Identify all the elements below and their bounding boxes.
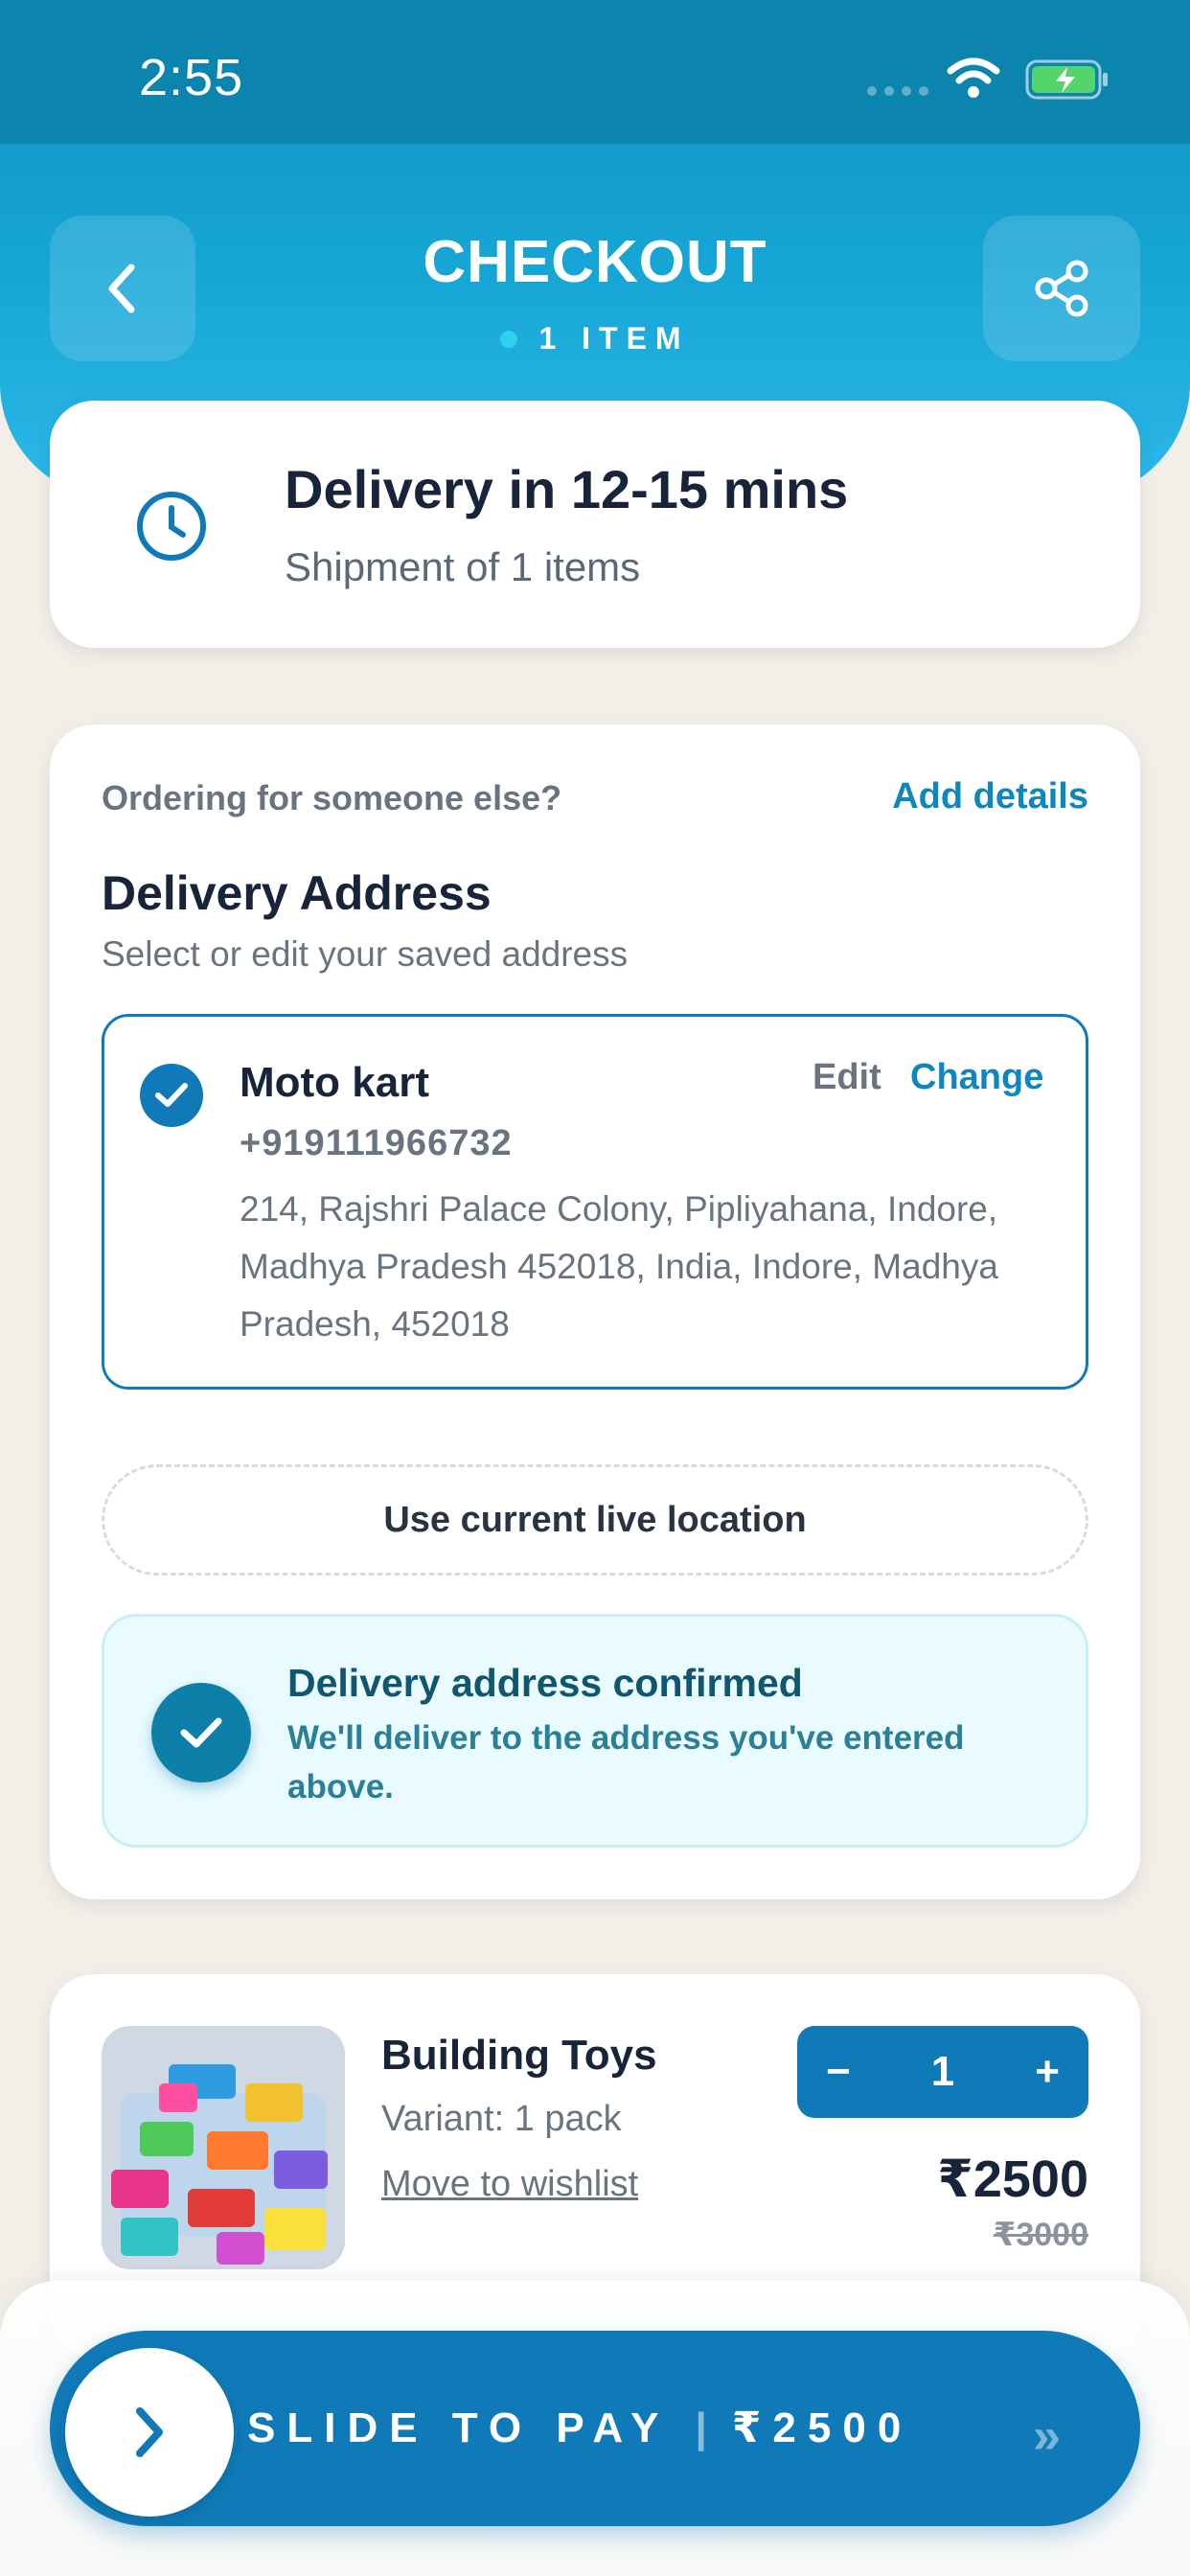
increase-quantity-button[interactable]: +	[1035, 2048, 1060, 2096]
item-count-label: 1 ITEM	[538, 321, 690, 356]
slide-to-pay-text: SLIDE TO PAY	[247, 2404, 671, 2451]
product-name: Building Toys	[381, 2032, 657, 2079]
quantity-value: 1	[930, 2048, 955, 2095]
decrease-quantity-button[interactable]: −	[826, 2048, 851, 2096]
address-phone: +919111966732	[240, 1123, 513, 1163]
edit-address-button[interactable]: Edit	[812, 1057, 881, 1098]
product-variant: Variant: 1 pack	[381, 2099, 622, 2139]
confirmed-text: We'll deliver to the address you've ente…	[287, 1719, 965, 1806]
status-time: 2:55	[139, 49, 244, 106]
clock-icon	[137, 492, 206, 561]
cellular-signal-icon	[867, 86, 928, 96]
delivery-address-subtitle: Select or edit your saved address	[102, 934, 629, 974]
add-details-link[interactable]: Add details	[892, 776, 1088, 817]
delivery-time-card	[50, 401, 1140, 648]
confirmed-check-icon	[151, 1683, 251, 1782]
use-live-location-button[interactable]: Use current live location	[102, 1464, 1088, 1576]
ordering-for-someone-else: Ordering for someone else?	[102, 778, 562, 817]
address-text: 214, Rajshri Palace Colony, Pipliyahana,…	[240, 1189, 998, 1344]
shipment-count: Shipment of 1 items	[285, 544, 641, 589]
change-address-button[interactable]: Change	[910, 1057, 1043, 1098]
product-original-price: ₹3000	[993, 2217, 1088, 2253]
status-dot	[500, 330, 518, 348]
confirmed-title: Delivery address confirmed	[287, 1661, 803, 1705]
address-name: Moto kart	[240, 1059, 429, 1106]
battery-charging-icon	[1025, 59, 1108, 100]
quantity-stepper: − 1 +	[797, 2026, 1088, 2118]
pay-amount: ₹2500	[731, 2404, 913, 2451]
share-button[interactable]	[983, 216, 1140, 361]
wifi-icon	[947, 58, 1000, 98]
selected-check-icon	[140, 1064, 203, 1127]
double-chevron-right-icon: »	[1033, 2408, 1061, 2464]
delivery-eta: Delivery in 12-15 mins	[285, 459, 849, 519]
share-icon	[1035, 260, 1088, 317]
slide-separator: |	[695, 2404, 707, 2451]
product-image	[102, 2026, 345, 2269]
move-to-wishlist-link[interactable]: Move to wishlist	[381, 2164, 638, 2205]
slide-to-pay-label: SLIDE TO PAY | ₹2500	[247, 2404, 912, 2452]
product-price: ₹2500	[937, 2150, 1088, 2208]
chevron-right-icon	[136, 2407, 163, 2457]
delivery-address-title: Delivery Address	[102, 866, 492, 920]
slide-to-pay-handle[interactable]	[65, 2348, 234, 2517]
